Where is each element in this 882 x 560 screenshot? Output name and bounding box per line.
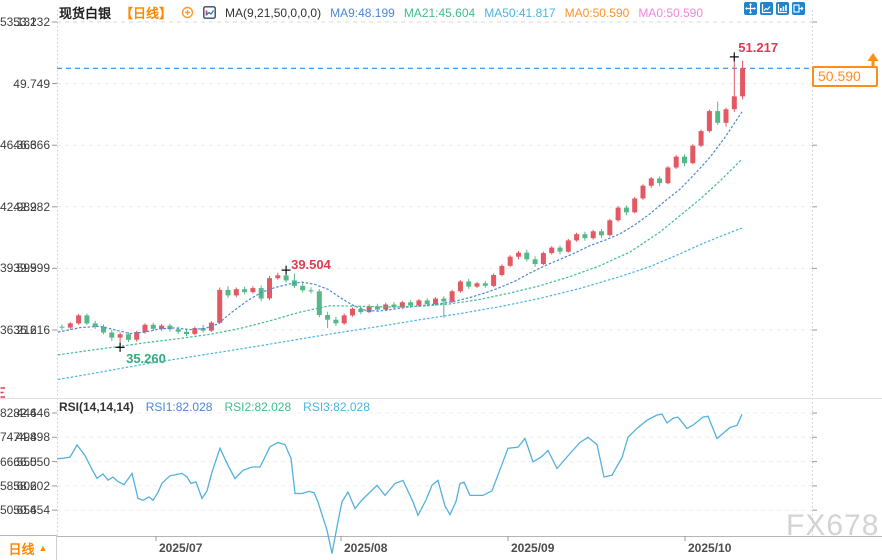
fx678-watermark: FX678 xyxy=(786,509,879,543)
ma-value-0: MA9:48.199 xyxy=(330,6,395,20)
date-label-3: 2025/10 xyxy=(688,541,731,555)
ma-settings-label: MA(9,21,50,0,0,0) xyxy=(225,6,321,20)
extreme-price-label-2: 35.260 xyxy=(126,351,166,366)
rsi-value-1: RSI2:82.028 xyxy=(224,400,291,414)
pan-axis-tool-icon[interactable] xyxy=(776,2,789,15)
rsi-settings-label: RSI(14,14,14) xyxy=(59,400,134,414)
chart-canvas[interactable] xyxy=(0,0,882,560)
main-price-label-right: 39.599 xyxy=(0,261,37,275)
extreme-price-label-0: 51.217 xyxy=(738,40,778,55)
main-price-label-right: 53.132 xyxy=(0,15,37,29)
rsi-value-2: RSI3:82.028 xyxy=(303,400,370,414)
main-price-label-right: 42.982 xyxy=(0,200,37,214)
main-price-label-right: 36.216 xyxy=(0,323,37,337)
ma-value-4: MA0:50.590 xyxy=(638,6,703,20)
period-selector[interactable]: 日线 ▲ xyxy=(0,535,57,560)
current-price-box: 50.590 xyxy=(812,66,878,87)
date-label-0: 2025/07 xyxy=(159,541,202,555)
main-price-label-left: 49.749 xyxy=(0,77,50,91)
ma-value-1: MA21:45.604 xyxy=(404,6,475,20)
date-label-2: 2025/09 xyxy=(511,541,554,555)
chart-toolbar xyxy=(744,2,805,15)
period-selector-label: 日线 xyxy=(9,539,35,558)
rsi-value-label-right: 82.446 xyxy=(0,406,37,420)
rsi-pane-header: RSI(14,14,14) RSI1:82.028 RSI2:82.028 RSI3… xyxy=(59,400,370,414)
rsi-value-label-right: 74.498 xyxy=(0,430,37,444)
rsi-value-label-right: 66.550 xyxy=(0,455,37,469)
collapse-right-tool-icon[interactable] xyxy=(792,2,805,15)
main-price-label-right: 46.366 xyxy=(0,138,37,152)
symbol-title: 现货白银 xyxy=(59,3,111,22)
scale-axis-tool-icon[interactable] xyxy=(760,2,773,15)
extreme-price-label-1: 39.504 xyxy=(291,257,331,272)
add-indicator-icon[interactable] xyxy=(181,6,194,19)
move-tool-icon[interactable] xyxy=(744,2,757,15)
chart-type-icon[interactable] xyxy=(203,6,216,19)
rsi-value-0: RSI1:82.028 xyxy=(146,400,213,414)
ma-value-3: MA0:50.590 xyxy=(565,6,630,20)
date-label-1: 2025/08 xyxy=(344,541,387,555)
ma-value-2: MA50:41.817 xyxy=(484,6,555,20)
rsi-value-label-right: 50.654 xyxy=(0,503,37,517)
period-tag[interactable]: 【日线】 xyxy=(120,3,172,22)
rsi-values: RSI1:82.028 RSI2:82.028 RSI3:82.028 xyxy=(146,400,370,414)
chart-window: 现货白银 【日线】 MA(9,21,50,0,0,0) MA9:48.199MA… xyxy=(0,0,882,560)
triangle-up-icon: ▲ xyxy=(39,543,48,553)
rsi-value-label-right: 58.602 xyxy=(0,479,37,493)
ma-values: MA9:48.199 MA21:45.604 MA50:41.817 MA0:50.5… xyxy=(330,6,703,20)
main-chart-header: 现货白银 【日线】 MA(9,21,50,0,0,0) MA9:48.199MA… xyxy=(59,3,703,22)
